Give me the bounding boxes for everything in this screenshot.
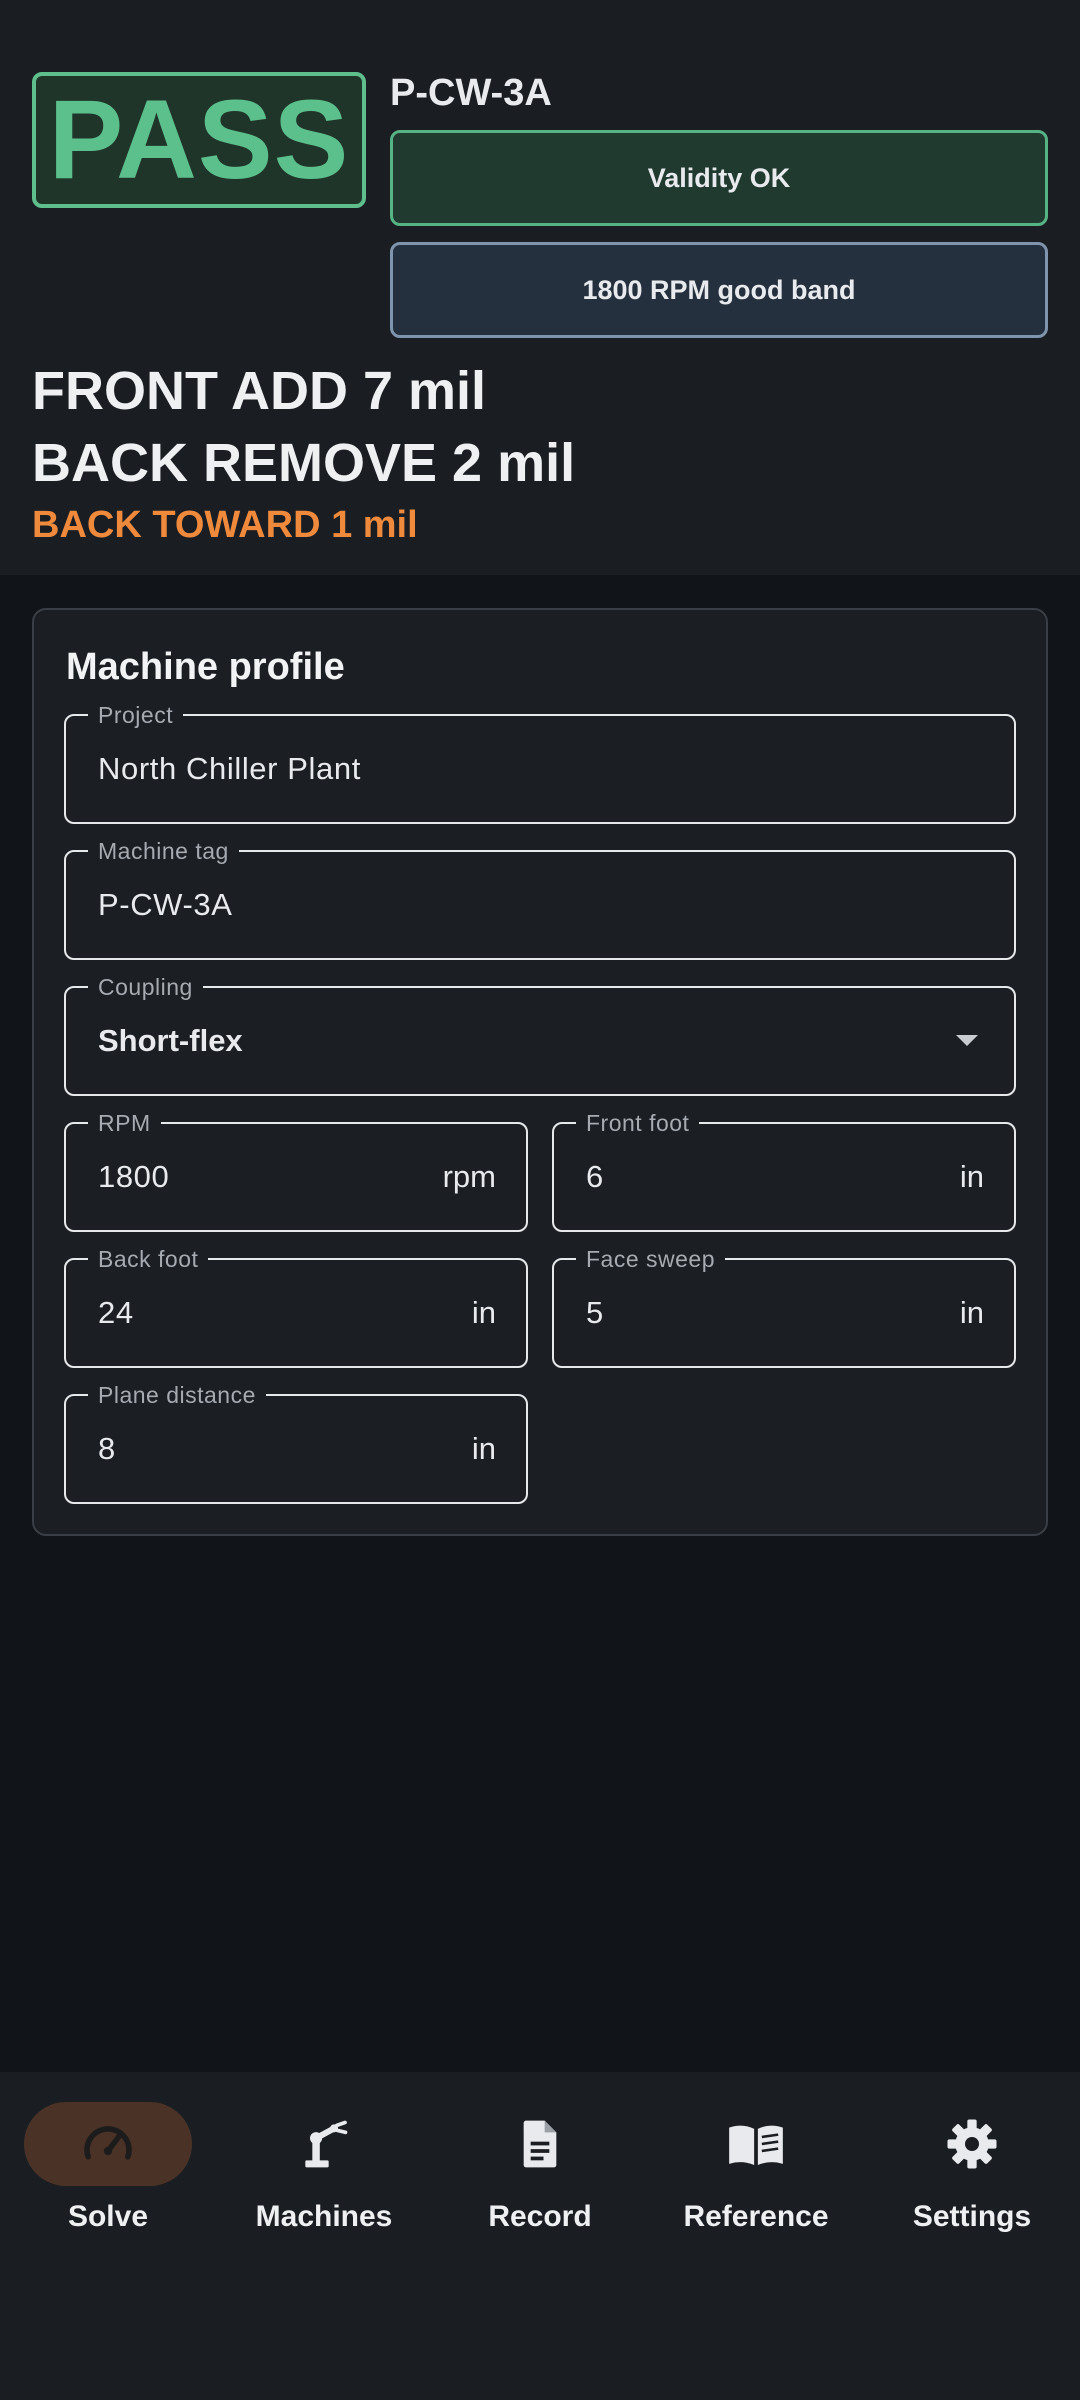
gauge-icon [84,2126,132,2160]
nav-item-solve[interactable]: Solve [0,2102,216,2272]
machine-profile-card: Machine profile Project North Chiller Pl… [32,608,1048,1536]
rpm-unit: rpm [442,1159,496,1194]
bottom-navigation: Solve Machines Record Reference Settings [0,2072,1080,2400]
nav-label-machines: Machines [255,2200,393,2233]
nav-label-record: Record [488,2200,592,2233]
front-foot-unit: in [959,1159,984,1194]
nav-item-machines[interactable]: Machines [216,2102,432,2272]
rpm-field[interactable]: RPM 1800 rpm [64,1109,528,1232]
front-foot-value: 6 [586,1159,604,1194]
face-sweep-field[interactable]: Face sweep 5 in [552,1245,1016,1368]
nav-item-reference[interactable]: Reference [648,2102,864,2272]
back-foot-field[interactable]: Back foot 24 in [64,1245,528,1368]
gear-icon [947,2119,997,2169]
nav-label-reference: Reference [683,2200,829,2233]
dropdown-arrow-icon [956,1035,978,1046]
pass-badge: PASS [32,72,366,208]
nav-item-settings[interactable]: Settings [864,2102,1080,2272]
back-shim-instruction: BACK REMOVE 2 mil [32,433,576,493]
nav-label-solve: Solve [67,2200,149,2233]
open-book-icon [729,2125,783,2165]
project-field[interactable]: Project North Chiller Plant [64,701,1016,824]
rpm-band-badge: 1800 RPM good band [390,242,1048,338]
face-sweep-value: 5 [586,1295,604,1330]
nav-item-record[interactable]: Record [432,2102,648,2272]
status-header: PASS P-CW-3A Validity OK 1800 RPM good b… [0,0,1080,575]
front-foot-field[interactable]: Front foot 6 in [552,1109,1016,1232]
back-foot-unit: in [471,1295,496,1330]
document-icon [523,2120,557,2168]
machine-tag-field[interactable]: Machine tag P-CW-3A [64,837,1016,960]
coupling-select[interactable]: Coupling Short-flex [64,973,1016,1096]
plane-distance-unit: in [471,1431,496,1466]
plane-distance-value: 8 [98,1431,116,1466]
nav-label-settings: Settings [912,2200,1032,2233]
pass-result-text: PASS [48,77,350,202]
card-title: Machine profile [66,646,345,688]
back-lateral-instruction: BACK TOWARD 1 mil [32,504,418,546]
front-shim-instruction: FRONT ADD 7 mil [32,361,487,421]
machine-tag-value: P-CW-3A [98,887,233,922]
machine-tag-heading: P-CW-3A [390,72,552,114]
validity-badge: Validity OK [390,130,1048,226]
coupling-value: Short-flex [98,1023,243,1058]
plane-distance-field[interactable]: Plane distance 8 in [64,1381,528,1504]
back-foot-value: 24 [98,1295,134,1330]
project-value: North Chiller Plant [98,751,361,786]
face-sweep-unit: in [959,1295,984,1330]
robot-arm-icon [305,2120,348,2168]
rpm-value: 1800 [98,1159,170,1194]
